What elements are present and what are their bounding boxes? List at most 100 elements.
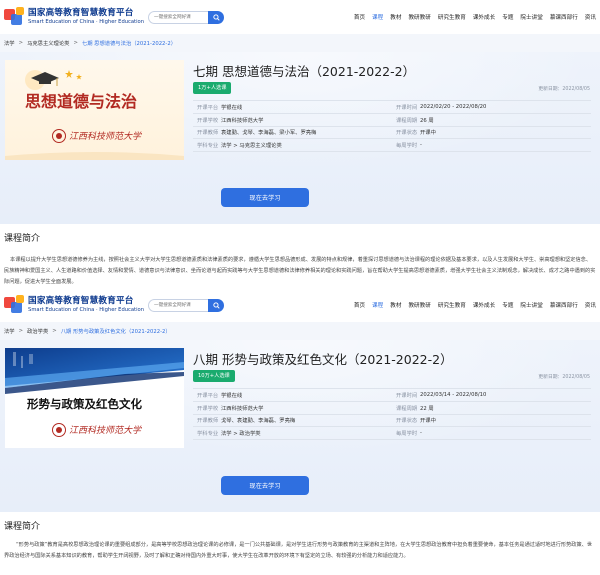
start-learning-button[interactable]: 现在去学习	[221, 188, 309, 207]
search-icon	[212, 301, 220, 309]
course-cover: 思想道德与法治 江西科技师范大学	[5, 60, 184, 160]
nav-west-mooc[interactable]: 慕课西部行	[550, 13, 578, 21]
course-info-table: 开课平台 学银在线 开课时间 2022/03/14 - 2022/08/10 开课学…	[193, 388, 591, 441]
site-header: 国家高等教育智慧教育平台 Smart Education of China · …	[0, 288, 600, 322]
nav-textbooks[interactable]: 教材	[390, 13, 401, 21]
time-value: 2022/02/20 - 2022/08/20	[420, 103, 487, 110]
breadcrumb-item[interactable]: 马克思主义理论类	[27, 39, 69, 47]
nav-courses[interactable]: 课程	[372, 301, 383, 309]
breadcrumb: 法学 > 政治学类 > 八期 形势与政策及红色文化（2021-2022-2）	[0, 322, 600, 340]
nav-news[interactable]: 资讯	[585, 301, 596, 309]
search-input[interactable]	[148, 10, 208, 24]
info-label: 开课教师	[197, 130, 219, 137]
nav-growth[interactable]: 课外成长	[473, 301, 495, 309]
course-page-1: 国家高等教育智慧教育平台 Smart Education of China · …	[0, 0, 600, 288]
info-row: 开课教师 袁建勤、戈琴、李海磊、梁小军、罗亮梅 开课状态 开课中	[193, 127, 591, 140]
school-value: 江西科技师范大学	[221, 405, 264, 412]
search-input[interactable]	[148, 298, 208, 312]
search-box	[148, 298, 224, 312]
cover-school: 江西科技师范大学	[69, 425, 142, 436]
update-date: 更新日期：2022/08/05	[538, 87, 590, 92]
site-logo[interactable]: 国家高等教育智慧教育平台 Smart Education of China · …	[4, 295, 144, 315]
update-date: 更新日期：2022/08/05	[538, 375, 590, 380]
logo-title: 国家高等教育智慧教育平台	[28, 296, 134, 307]
nav-growth[interactable]: 课外成长	[473, 13, 495, 21]
nav-academician[interactable]: 院士讲堂	[520, 301, 542, 309]
breadcrumb-separator: >	[52, 328, 57, 334]
info-row: 开课学校 江西科技师范大学 课程周期 26 周	[193, 114, 591, 127]
status-value: 开课中	[420, 130, 436, 137]
nav-teaching-research[interactable]: 教研教研	[408, 301, 430, 309]
start-learning-button[interactable]: 现在去学习	[221, 476, 309, 495]
cover-title: 形势与政策及红色文化	[27, 397, 142, 411]
course-hero: 思想道德与法治 江西科技师范大学 七期 思想道德与法治（2021-2022-2）…	[0, 52, 600, 224]
nav-west-mooc[interactable]: 慕课西部行	[550, 301, 578, 309]
enrollment-badge: 10万+人选课	[193, 370, 235, 382]
enrollment-badge: 1万+人选课	[193, 82, 232, 94]
platform-value: 学银在线	[221, 392, 243, 399]
logo-mark-icon	[4, 295, 25, 315]
breadcrumb-separator: >	[18, 40, 24, 46]
course-hero: 形势与政策及红色文化 江西科技师范大学 八期 形势与政策及红色文化（2021-2…	[0, 340, 600, 512]
nav-topics[interactable]: 专题	[502, 13, 513, 21]
time-value: 2022/03/14 - 2022/08/10	[420, 391, 487, 398]
course-info-table: 开课平台 学银在线 开课时间 2022/02/20 - 2022/08/20 开课学…	[193, 100, 591, 153]
hours-value: -	[420, 142, 422, 149]
info-row: 开课平台 学银在线 开课时间 2022/03/14 - 2022/08/10	[193, 389, 591, 402]
info-label: 开课平台	[197, 104, 219, 111]
teacher-value: 袁建勤、戈琴、李海磊、梁小军、罗亮梅	[221, 130, 317, 137]
nav-graduate[interactable]: 研究生教育	[438, 13, 466, 21]
duration-value: 22 周	[420, 405, 434, 412]
info-label: 每周学时	[396, 431, 418, 438]
nav-home[interactable]: 首页	[354, 13, 365, 21]
intro-heading: 课程简介	[4, 234, 41, 244]
search-button[interactable]	[208, 298, 224, 312]
teacher-value: 戈琴、袁建勤、李海磊、罗亮梅	[221, 418, 296, 425]
intro-text: “形势与政策”教育是高校思想政治理论课的重要组成部分，是高等学校思想政治理论课的…	[4, 542, 593, 559]
search-button[interactable]	[208, 10, 224, 24]
cover-school: 江西科技师范大学	[69, 131, 142, 142]
breadcrumb-item[interactable]: 政治学类	[27, 327, 48, 335]
nav-graduate[interactable]: 研究生教育	[438, 301, 466, 309]
logo-mark-icon	[4, 7, 25, 27]
info-label: 开课时间	[396, 392, 418, 399]
intro-heading: 课程简介	[4, 522, 41, 532]
search-icon	[212, 13, 220, 21]
course-title: 七期 思想道德与法治（2021-2022-2）	[193, 64, 416, 79]
course-page-2: 国家高等教育智慧教育平台 Smart Education of China · …	[0, 288, 600, 575]
breadcrumb: 法学 > 马克思主义理论类 > 七期 思想道德与法治（2021-2022-2）	[0, 34, 600, 52]
breadcrumb-separator: >	[18, 328, 24, 334]
nav-textbooks[interactable]: 教材	[390, 301, 401, 309]
nav-home[interactable]: 首页	[354, 301, 365, 309]
breadcrumb-item[interactable]: 法学	[4, 327, 15, 335]
info-label: 开课教师	[197, 418, 219, 425]
main-nav: 首页 课程 教材 教研教研 研究生教育 课外成长 专题 院士讲堂 慕课西部行 资…	[347, 13, 596, 21]
breadcrumb-item[interactable]: 法学	[4, 39, 15, 47]
logo-subtitle: Smart Education of China · Higher Educat…	[28, 306, 144, 313]
nav-teaching-research[interactable]: 教研教研	[408, 13, 430, 21]
info-label: 每周学时	[396, 143, 418, 150]
info-label: 开课状态	[396, 130, 418, 137]
status-value: 开课中	[420, 418, 436, 425]
nav-news[interactable]: 资讯	[585, 13, 596, 21]
info-row: 学科专业 法学 > 政治学类 每周学时 -	[193, 427, 591, 441]
info-label: 学科专业	[197, 431, 219, 438]
nav-topics[interactable]: 专题	[502, 301, 513, 309]
info-row: 开课平台 学银在线 开课时间 2022/02/20 - 2022/08/20	[193, 101, 591, 114]
info-row: 开课学校 江西科技师范大学 课程周期 22 周	[193, 402, 591, 415]
info-label: 开课时间	[396, 104, 418, 111]
logo-title: 国家高等教育智慧教育平台	[28, 8, 134, 19]
course-cover: 形势与政策及红色文化 江西科技师范大学	[5, 348, 184, 448]
intro-text: 本课程以提升大学生思想道德修养为主线，按照社会主义大学对大学生思想道德素质和法律…	[4, 257, 596, 285]
breadcrumb-current: 八期 形势与政策及红色文化（2021-2022-2）	[60, 329, 171, 335]
platform-value: 学银在线	[221, 104, 243, 111]
site-logo[interactable]: 国家高等教育智慧教育平台 Smart Education of China · …	[4, 7, 144, 27]
nav-courses[interactable]: 课程	[372, 13, 383, 21]
main-nav: 首页 课程 教材 教研教研 研究生教育 课外成长 专题 院士讲堂 慕课西部行 资…	[347, 301, 596, 309]
duration-value: 26 周	[420, 117, 434, 124]
info-row: 开课教师 戈琴、袁建勤、李海磊、罗亮梅 开课状态 开课中	[193, 415, 591, 428]
breadcrumb-current: 七期 思想道德与法治（2021-2022-2）	[81, 41, 177, 47]
info-label: 课程周期	[396, 117, 418, 124]
info-label: 学科专业	[197, 143, 219, 150]
nav-academician[interactable]: 院士讲堂	[520, 13, 542, 21]
